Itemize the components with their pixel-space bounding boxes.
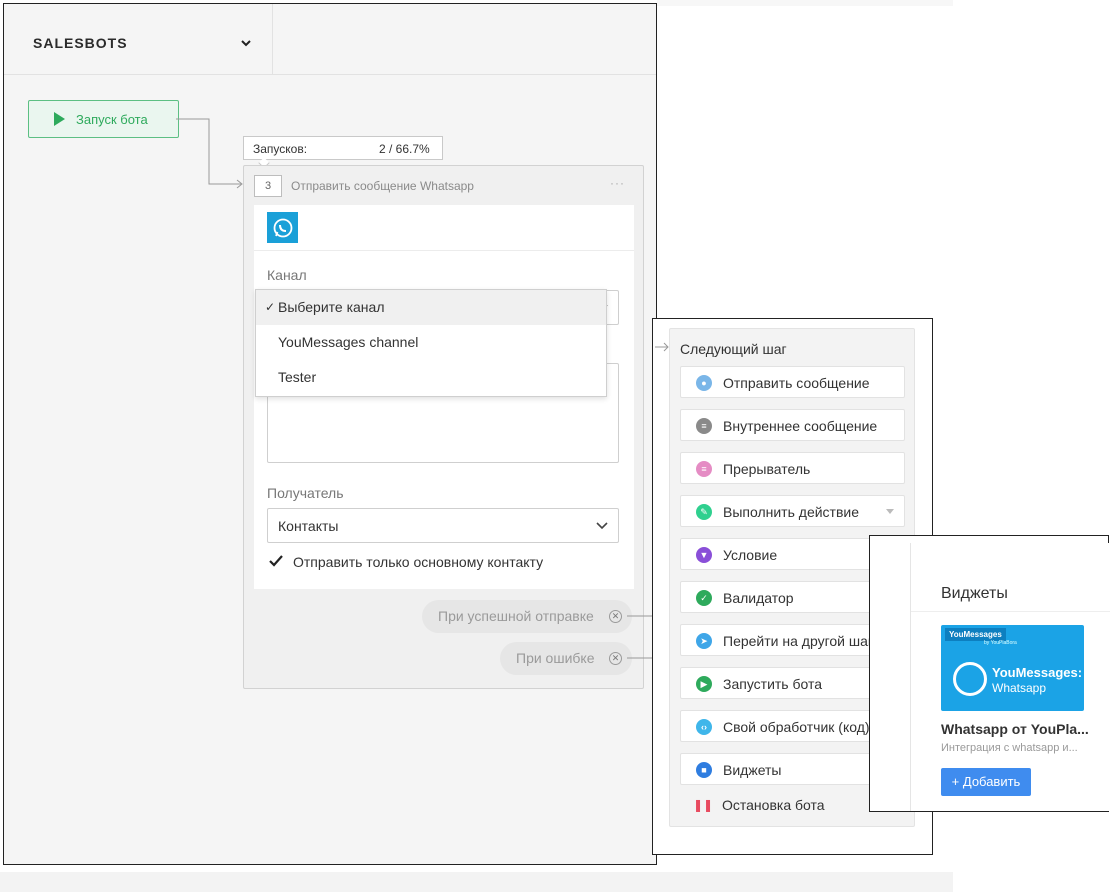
promo-by: by YouPlaBora — [984, 640, 1017, 646]
on-error-label: При ошибке — [516, 650, 595, 666]
page-title: SALESBOTS — [33, 35, 128, 51]
stats-value: 2 / 66.7% — [379, 142, 430, 156]
caret-down-icon — [886, 509, 894, 514]
interrupt-icon: ≡ — [696, 461, 712, 477]
action-send-message[interactable]: ● Отправить сообщение — [680, 366, 905, 398]
play-icon: ▶ — [696, 676, 712, 692]
recipient-select[interactable]: Контакты — [267, 508, 619, 543]
action-label: Свой обработчик (код) — [723, 719, 870, 735]
dropdown-option[interactable]: ✓ Выберите канал — [256, 290, 606, 325]
widget-icon: ■ — [696, 762, 712, 778]
on-error-output[interactable]: При ошибке ✕ — [500, 642, 632, 675]
chevron-down-icon — [596, 522, 608, 530]
close-icon[interactable]: ✕ — [609, 610, 622, 623]
header: SALESBOTS — [4, 4, 656, 75]
chevron-down-icon[interactable] — [240, 38, 252, 48]
whatsapp-icon — [953, 662, 987, 696]
whatsapp-icon — [267, 212, 298, 243]
action-label: Внутреннее сообщение — [723, 418, 878, 434]
more-icon[interactable]: ··· — [610, 176, 625, 190]
goto-icon: ➤ — [696, 633, 712, 649]
divider — [911, 611, 1110, 612]
dropdown-option[interactable]: Tester — [256, 360, 606, 395]
action-label: Прерыватель — [723, 461, 811, 477]
promo-subtitle: Whatsapp — [992, 681, 1047, 695]
pencil-icon: ✎ — [696, 504, 712, 520]
promo-title: YouMessages: — [992, 665, 1083, 680]
header-divider — [272, 4, 273, 75]
on-success-output[interactable]: При успешной отправке ✕ — [422, 600, 632, 633]
start-bot-node[interactable]: Запуск бота — [28, 100, 179, 138]
widgets-list: Виджеты YouMessages by YouPlaBora YouMes… — [910, 543, 1110, 811]
launch-stats: Запусков: 2 / 66.7% — [243, 136, 443, 169]
salesbot-editor: SALESBOTS Запуск бота Запусков: 2 / 66.7… — [0, 0, 1118, 892]
recipient-value: Контакты — [278, 518, 339, 534]
start-bot-label: Запуск бота — [76, 111, 148, 127]
main-contact-checkbox[interactable] — [267, 552, 285, 570]
action-label: Условие — [723, 547, 778, 563]
option-label: Tester — [278, 369, 317, 385]
bot-canvas[interactable]: SALESBOTS Запуск бота Запусков: 2 / 66.7… — [3, 3, 657, 865]
channel-label: Канал — [267, 267, 307, 283]
step-card-whatsapp[interactable]: 3 Отправить сообщение Whatsapp ··· Канал — [243, 165, 644, 689]
next-step-title: Следующий шаг — [680, 341, 787, 357]
on-success-label: При успешной отправке — [438, 608, 594, 624]
action-label: Выполнить действие — [723, 504, 860, 520]
action-interrupt[interactable]: ≡ Прерыватель — [680, 452, 905, 484]
action-label: Виджеты — [723, 762, 782, 778]
widget-description: Интеграция с whatsapp и... — [941, 742, 1078, 754]
action-internal-message[interactable]: ≡ Внутреннее сообщение — [680, 409, 905, 441]
widgets-popup: Виджеты YouMessages by YouPlaBora YouMes… — [869, 535, 1110, 812]
code-icon: ‹› — [696, 719, 712, 735]
channel-dropdown[interactable]: ✓ Выберите канал YouMessages channel Tes… — [255, 289, 607, 397]
check-icon: ✓ — [696, 590, 712, 606]
action-label: Перейти на другой шаг — [723, 633, 873, 649]
step-number: 3 — [254, 175, 282, 197]
widget-name: Whatsapp от YouPla... — [941, 721, 1089, 737]
divider — [254, 250, 634, 251]
check-icon: ✓ — [265, 300, 276, 314]
close-icon[interactable]: ✕ — [609, 652, 622, 665]
add-widget-button[interactable]: + Добавить — [941, 768, 1031, 796]
option-label: Выберите канал — [278, 299, 385, 315]
option-label: YouMessages channel — [278, 334, 419, 350]
action-label: Валидатор — [723, 590, 794, 606]
action-label: Остановка бота — [722, 797, 825, 813]
action-perform[interactable]: ✎ Выполнить действие — [680, 495, 905, 527]
action-label: Запустить бота — [723, 676, 823, 692]
background-strip — [657, 0, 953, 6]
background-strip — [0, 872, 953, 892]
robot-icon: ● — [696, 375, 712, 391]
widgets-title: Виджеты — [941, 585, 1008, 602]
recipient-label: Получатель — [267, 485, 344, 501]
chat-icon: ≡ — [696, 418, 712, 434]
stats-label: Запусков: — [253, 142, 308, 156]
play-icon — [54, 112, 65, 126]
pause-icon: ❚❚ — [692, 798, 714, 812]
action-label: Отправить сообщение — [723, 375, 870, 391]
filter-icon: ▼ — [696, 547, 712, 563]
dropdown-option[interactable]: YouMessages channel — [256, 325, 606, 360]
main-contact-label: Отправить только основному контакту — [293, 554, 544, 570]
step-settings: Канал Получатель Контакты Отправить толь… — [254, 205, 634, 589]
widget-promo-image[interactable]: YouMessages by YouPlaBora YouMessages: W… — [941, 625, 1084, 711]
step-title: Отправить сообщение Whatsapp — [291, 179, 474, 193]
check-icon — [269, 555, 283, 567]
